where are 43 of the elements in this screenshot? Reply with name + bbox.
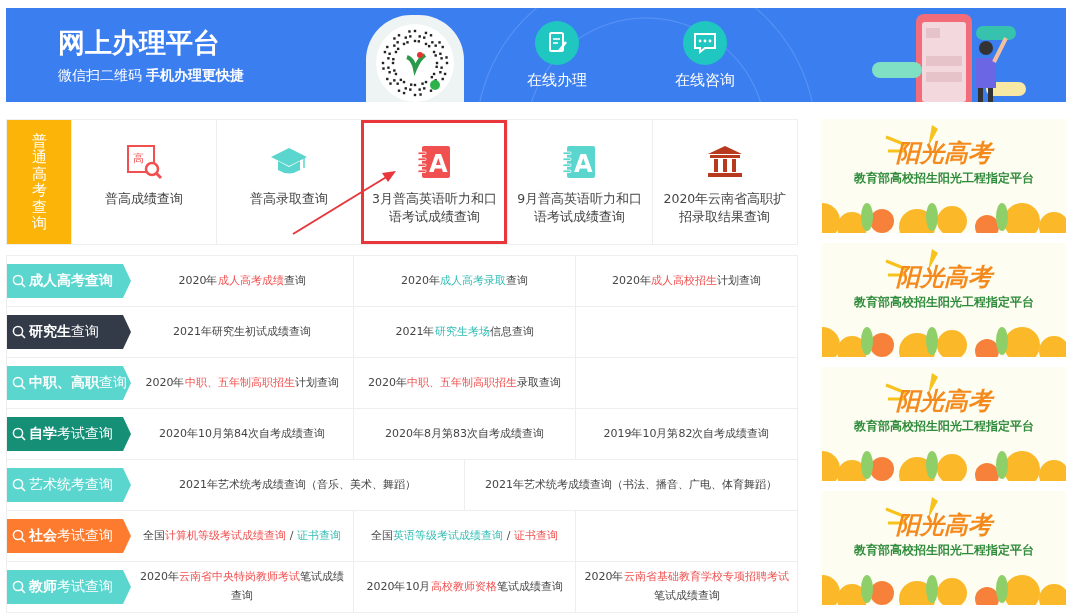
qr-code-icon [375, 23, 455, 102]
category-tag[interactable]: 研究生查询 [7, 315, 131, 349]
query-tile[interactable]: A 3月普高英语听力和口语考试成绩查询 [361, 120, 507, 244]
ad-subtitle: 教育部高校招生阳光工程指定平台 [854, 295, 1034, 310]
search-icon [12, 427, 26, 441]
ad-banner[interactable]: 阳光高考 教育部高校招生阳光工程指定平台 [822, 243, 1066, 357]
banner-subtitle: 微信扫二维码 手机办理更快捷 [58, 67, 246, 85]
ad-banner[interactable]: 阳光高考 教育部高校招生阳光工程指定平台 [822, 491, 1066, 605]
edit-icon [535, 20, 579, 65]
query-link[interactable]: 2020年8月第83次自考成绩查询 [353, 409, 575, 459]
query-link[interactable]: 全国计算机等级考试成绩查询 / 证书查询 [131, 511, 353, 561]
banner-title: 网上办理平台 [58, 26, 221, 60]
online-service-button[interactable]: 在线办理 [502, 20, 612, 90]
query-link[interactable]: 2021年艺术统考成绩查询（音乐、美术、舞蹈） [131, 460, 464, 510]
query-link[interactable]: 2019年10月第82次自考成绩查询 [575, 409, 797, 459]
ad-subtitle: 教育部高校招生阳光工程指定平台 [854, 543, 1034, 558]
search-icon [12, 274, 26, 288]
ad-banner[interactable]: 阳光高考 教育部高校招生阳光工程指定平台 [822, 367, 1066, 481]
query-link[interactable]: 2020年10月 高校教师资格笔试成绩查询 [353, 562, 575, 612]
chat-icon [683, 20, 727, 65]
ad-subtitle: 教育部高校招生阳光工程指定平台 [854, 171, 1034, 186]
query-link[interactable]: 2020年中职、五年制高职招生计划查询 [131, 358, 353, 408]
query-link[interactable]: 2020年10月第84次自考成绩查询 [131, 409, 353, 459]
query-link[interactable]: 2020年成人高考成绩查询 [131, 256, 353, 306]
search-icon [12, 529, 26, 543]
query-link[interactable]: 2020年云南省中央特岗教师考试笔试成绩查询 [131, 562, 353, 612]
query-link[interactable]: 2021年研究生初试成绩查询 [131, 307, 353, 357]
search-icon [12, 478, 26, 492]
search-icon [12, 376, 26, 390]
ad-subtitle: 教育部高校招生阳光工程指定平台 [854, 419, 1034, 434]
search-icon [12, 325, 26, 339]
query-link[interactable]: 全国英语等级考试成绩查询 / 证书查询 [353, 511, 575, 561]
category-label: 普通高考查询 [7, 120, 71, 244]
query-link[interactable]: 2020年云南省基础教育学校专项招聘考试 笔试成绩查询 [575, 562, 797, 612]
query-link[interactable]: 2020年成人高考录取查询 [353, 256, 575, 306]
query-link[interactable]: 2020年成人高校招生计划查询 [575, 256, 797, 306]
query-link[interactable]: 2021年艺术统考成绩查询（书法、播音、广电、体育舞蹈） [464, 460, 797, 510]
ad-banner[interactable]: 阳光高考 教育部高校招生阳光工程指定平台 [822, 119, 1066, 233]
search-icon [12, 580, 26, 594]
query-link[interactable]: 2021年研究生考场信息查询 [353, 307, 575, 357]
query-link[interactable]: 2020年中职、五年制高职招生录取查询 [353, 358, 575, 408]
online-service-button[interactable]: 在线咨询 [650, 20, 760, 90]
category-tag[interactable]: 自学考试查询 [7, 417, 131, 451]
